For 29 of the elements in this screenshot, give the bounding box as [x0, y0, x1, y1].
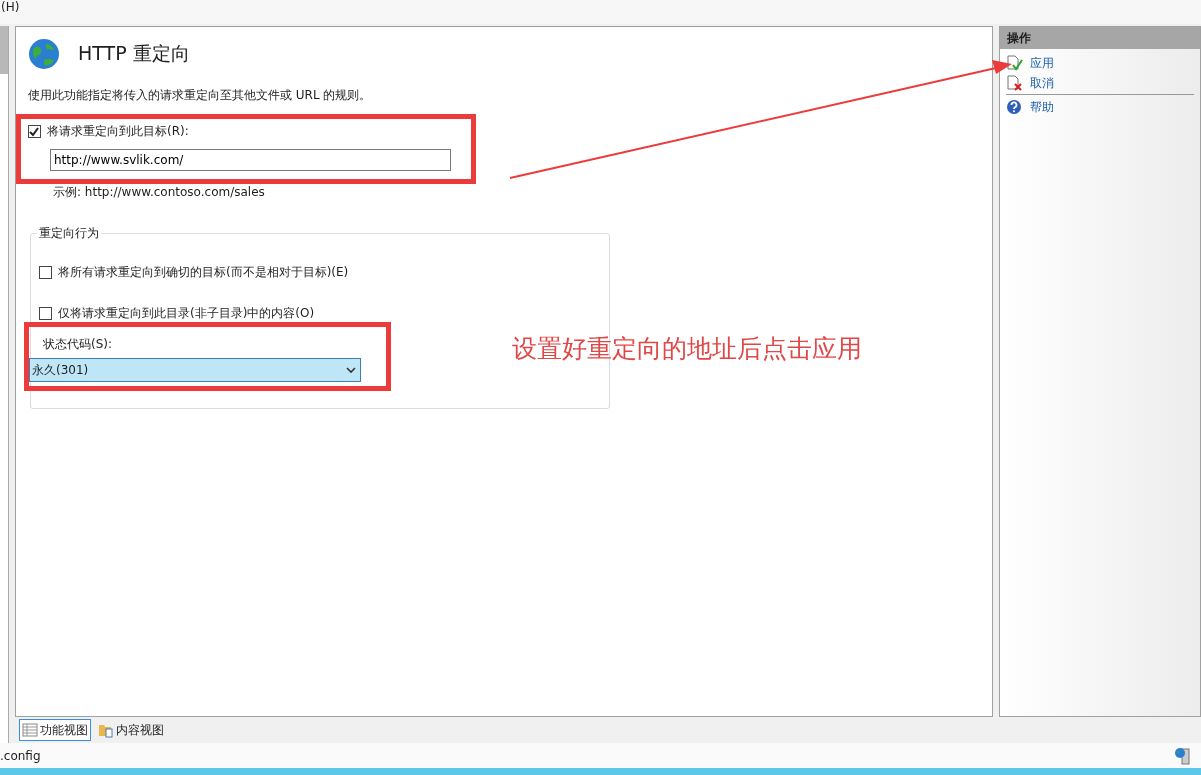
- checkbox[interactable]: [39, 266, 52, 279]
- checkbox-label: 仅将请求重定向到此目录(非子目录)中的内容(O): [58, 305, 315, 322]
- checkbox-label: 将请求重定向到此目标(R):: [47, 123, 189, 140]
- document-check-icon: [1006, 55, 1025, 71]
- status-text: .config: [0, 748, 41, 763]
- checkbox-label: 将所有请求重定向到确切的目标(而不是相对于目标)(E): [58, 264, 349, 281]
- chevron-down-icon: [346, 366, 356, 374]
- group-title: 重定向行为: [38, 225, 100, 242]
- menu-item[interactable]: (H): [0, 0, 20, 14]
- folder-document-icon: [98, 722, 114, 738]
- checkbox[interactable]: [28, 125, 41, 138]
- example-text: 示例: http://www.contoso.com/sales: [53, 184, 266, 201]
- description: 使用此功能指定将传入的请求重定向至其他文件或 URL 的规则。: [28, 87, 373, 104]
- checkbox[interactable]: [39, 307, 52, 320]
- globe-icon: [28, 38, 60, 70]
- grid-icon: [22, 723, 38, 737]
- view-tab[interactable]: 内容视图: [95, 719, 167, 741]
- panel-header: [0, 26, 8, 74]
- action-link[interactable]: 应用: [1006, 53, 1194, 73]
- document-x-icon: [1006, 75, 1025, 91]
- field-label: 状态代码(S):: [42, 336, 112, 353]
- url-field[interactable]: http://www.svlik.com/: [50, 149, 451, 171]
- status-code-dropdown[interactable]: 永久(301): [29, 358, 361, 382]
- view-tab[interactable]: 功能视图: [19, 719, 91, 741]
- annotation-text: 设置好重定向的地址后点击应用: [512, 333, 862, 365]
- action-link[interactable]: 取消: [1006, 73, 1194, 93]
- action-link[interactable]: 帮助: [1006, 97, 1194, 117]
- page-title: HTTP 重定向: [78, 41, 190, 66]
- panel-header: 操作: [1000, 27, 1200, 49]
